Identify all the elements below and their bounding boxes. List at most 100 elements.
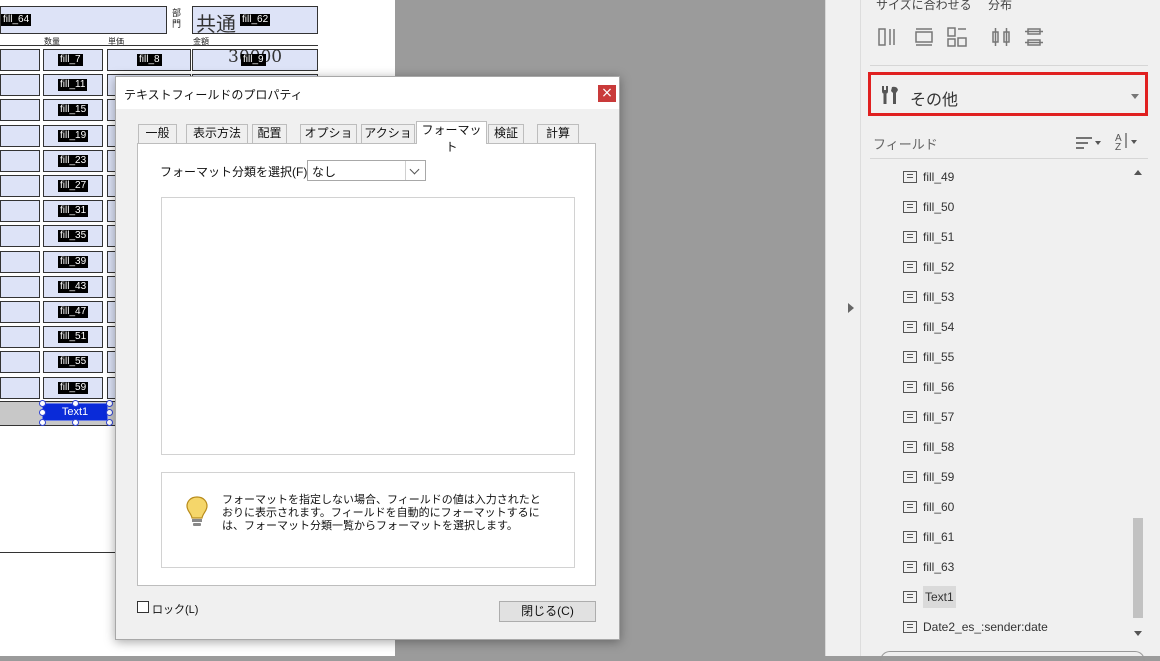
field-box[interactable]: fill_43 [43, 275, 103, 298]
sort-order-icon[interactable] [1076, 136, 1102, 150]
resize-handle[interactable] [72, 400, 79, 407]
tab-format[interactable]: フォーマット [416, 121, 487, 154]
field-box[interactable] [0, 200, 40, 223]
field-box[interactable]: fill_59 [43, 376, 103, 399]
scrollbar[interactable] [1131, 168, 1145, 642]
field-box[interactable] [0, 49, 40, 71]
field-box[interactable] [0, 124, 40, 147]
close-icon[interactable]: × [598, 85, 616, 102]
resize-handle[interactable] [106, 409, 113, 416]
lock-label: ロック(L) [152, 604, 199, 616]
scroll-down-icon[interactable] [1134, 631, 1142, 636]
svg-text:Z: Z [1115, 142, 1121, 151]
list-item[interactable]: fill_51 [903, 224, 954, 250]
list-item[interactable]: fill_57 [903, 404, 954, 430]
text-field-icon [903, 321, 917, 333]
distribute-horizontal-icon[interactable] [991, 27, 1011, 47]
field-box[interactable]: fill_23 [43, 149, 103, 172]
text-field-icon [903, 471, 917, 483]
list-item-label: fill_58 [923, 440, 955, 454]
field-box[interactable]: fill_15 [43, 99, 103, 122]
field-box[interactable]: fill_51 [43, 326, 103, 349]
field-box[interactable]: 共通 fill_62 [192, 6, 318, 36]
fit-size-label: サイズに合わせる [876, 0, 972, 12]
field-box[interactable]: fill_19 [43, 124, 103, 147]
resize-handle[interactable] [39, 409, 46, 416]
list-item-label: fill_63 [923, 560, 955, 574]
field-box[interactable] [0, 326, 40, 349]
field-box[interactable] [0, 99, 40, 122]
field-box[interactable]: fill_64 [0, 6, 167, 34]
sort-alpha-icon[interactable]: AZ [1113, 131, 1139, 151]
field-box[interactable] [0, 74, 40, 97]
field-box[interactable] [0, 250, 40, 273]
field-box[interactable] [0, 275, 40, 298]
list-item[interactable]: fill_61 [903, 524, 954, 550]
field-tag: fill_47 [58, 306, 89, 318]
expand-arrow-icon[interactable] [848, 303, 854, 313]
tab-validate[interactable]: 検証 [488, 124, 524, 143]
close-button[interactable]: 閉じる(C) [499, 601, 596, 622]
text-field-icon [903, 411, 917, 423]
list-item[interactable]: fill_53 [903, 284, 954, 310]
tab-actions[interactable]: アクション [361, 124, 415, 157]
tab-appearance[interactable]: 表示方法 [186, 124, 248, 143]
list-item[interactable]: fill_63 [903, 554, 954, 580]
field-box[interactable]: fill_35 [43, 225, 103, 248]
resize-handle[interactable] [106, 419, 113, 426]
match-width-icon[interactable] [878, 27, 896, 47]
list-item[interactable]: fill_50 [903, 194, 954, 220]
field-box[interactable]: fill_31 [43, 200, 103, 223]
dialog-titlebar: テキストフィールドのプロパティ × [116, 77, 619, 109]
list-item-label: fill_61 [923, 530, 955, 544]
field-box[interactable] [0, 149, 40, 172]
info-line: おりに表示されます。フィールドを自動的にフォーマットするに [222, 507, 540, 519]
resize-handle[interactable] [72, 419, 79, 426]
tab-general[interactable]: 一般 [138, 124, 177, 143]
list-item[interactable]: fill_55 [903, 344, 954, 370]
resize-handle[interactable] [39, 419, 46, 426]
list-item[interactable]: fill_52 [903, 254, 954, 280]
field-box[interactable]: fill_7 [43, 49, 103, 71]
field-box[interactable] [0, 351, 40, 374]
field-box[interactable] [0, 225, 40, 248]
lock-checkbox[interactable] [137, 601, 149, 613]
resize-handle[interactable] [106, 400, 113, 407]
dialog-title: テキストフィールドのプロパティ [124, 88, 303, 102]
panel-button-edge[interactable] [880, 651, 1145, 661]
match-height-icon[interactable] [914, 27, 934, 47]
field-box[interactable] [0, 175, 40, 197]
list-item[interactable]: fill_56 [903, 374, 954, 400]
list-item[interactable]: fill_60 [903, 494, 954, 520]
text-field-icon [903, 561, 917, 573]
field-box[interactable] [0, 301, 40, 323]
field-box[interactable]: fill_11 [43, 74, 103, 97]
field-box[interactable]: fill_55 [43, 351, 103, 374]
list-item[interactable]: fill_49 [903, 164, 954, 190]
tab-position[interactable]: 配置 [252, 124, 287, 143]
field-box[interactable]: fill_39 [43, 250, 103, 273]
scroll-up-icon[interactable] [1134, 170, 1142, 175]
field-tag: fill_8 [137, 54, 162, 66]
scroll-thumb[interactable] [1133, 518, 1143, 618]
distribute-vertical-icon[interactable] [1024, 27, 1044, 47]
tab-options[interactable]: オプション [300, 124, 357, 157]
list-item[interactable]: Date2_es_:sender:date [903, 614, 1048, 640]
format-category-value: なし [312, 165, 337, 179]
list-item[interactable]: fill_54 [903, 314, 954, 340]
list-item[interactable]: Text1 [903, 584, 956, 610]
list-item-label: Date2_es_:sender:date [923, 620, 1048, 634]
match-both-icon[interactable] [947, 27, 967, 47]
list-item[interactable]: fill_59 [903, 464, 954, 490]
dept-label: 部門 [172, 8, 182, 29]
field-box[interactable]: fill_47 [43, 301, 103, 323]
list-item-label: fill_60 [923, 500, 955, 514]
resize-handle[interactable] [39, 400, 46, 407]
field-box[interactable]: fill_27 [43, 175, 103, 197]
list-item[interactable]: fill_58 [903, 434, 954, 460]
chevron-down-icon [1131, 94, 1139, 99]
tab-calculate[interactable]: 計算 [537, 124, 579, 143]
field-box[interactable] [0, 376, 40, 399]
other-dropdown[interactable]: その他 [868, 72, 1148, 116]
format-category-select[interactable]: なし [307, 160, 426, 181]
